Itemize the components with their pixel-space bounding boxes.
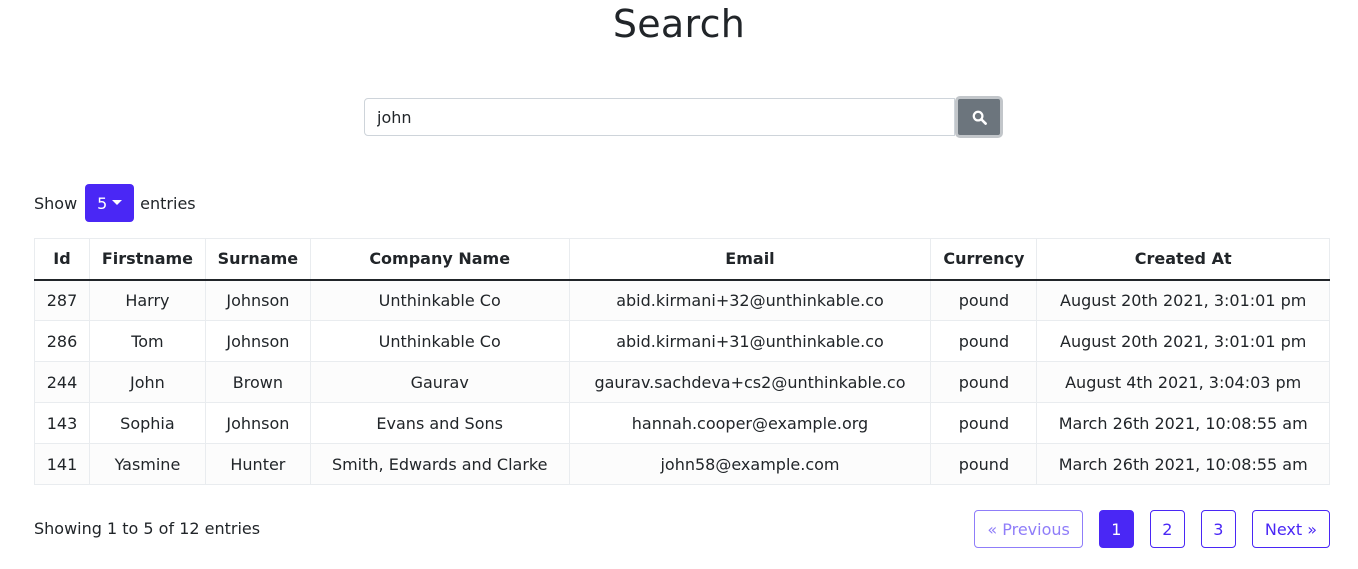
cell-created-at: March 26th 2021, 10:08:55 am bbox=[1036, 402, 1330, 444]
cell-created-at: August 20th 2021, 3:01:01 pm bbox=[1036, 320, 1330, 362]
cell-id: 244 bbox=[34, 361, 90, 403]
table-row: 286 Tom Johnson Unthinkable Co abid.kirm… bbox=[34, 320, 1330, 362]
length-prefix-label: Show bbox=[34, 193, 78, 213]
table-row: 287 Harry Johnson Unthinkable Co abid.ki… bbox=[34, 279, 1330, 321]
column-header-id[interactable]: Id bbox=[34, 238, 90, 281]
column-header-created-at[interactable]: Created At bbox=[1036, 238, 1330, 281]
length-suffix-label: entries bbox=[140, 193, 196, 213]
search-icon bbox=[972, 110, 987, 125]
caret-down-icon bbox=[112, 199, 123, 205]
cell-email: gaurav.sachdeva+cs2@unthinkable.co bbox=[568, 361, 932, 403]
page-button-2[interactable]: 2 bbox=[1149, 510, 1185, 548]
page-button-1[interactable]: 1 bbox=[1098, 510, 1134, 548]
cell-email: abid.kirmani+32@unthinkable.co bbox=[568, 279, 932, 321]
cell-firstname: Tom bbox=[88, 320, 206, 362]
cell-surname: Brown bbox=[204, 361, 311, 403]
cell-firstname: Sophia bbox=[88, 402, 206, 444]
entries-per-page-dropdown[interactable]: 5 bbox=[85, 184, 135, 222]
cell-surname: Johnson bbox=[204, 320, 311, 362]
entries-per-page-value: 5 bbox=[97, 193, 108, 213]
pagination: « Previous 1 2 3 Next » bbox=[958, 510, 1330, 548]
column-header-surname[interactable]: Surname bbox=[204, 238, 311, 281]
entries-length-control: Show 5 entries bbox=[34, 184, 196, 222]
cell-company-name: Smith, Edwards and Clarke bbox=[309, 443, 570, 485]
cell-company-name: Gaurav bbox=[309, 361, 570, 403]
cell-firstname: Harry bbox=[88, 279, 206, 321]
cell-created-at: August 20th 2021, 3:01:01 pm bbox=[1036, 279, 1330, 321]
column-header-company-name[interactable]: Company Name bbox=[309, 238, 570, 281]
cell-created-at: August 4th 2021, 3:04:03 pm bbox=[1036, 361, 1330, 403]
table-row: 244 John Brown Gaurav gaurav.sachdeva+cs… bbox=[34, 361, 1330, 403]
previous-page-button[interactable]: « Previous bbox=[974, 510, 1083, 548]
cell-currency: pound bbox=[930, 361, 1038, 403]
cell-firstname: Yasmine bbox=[88, 443, 206, 485]
cell-firstname: John bbox=[88, 361, 206, 403]
cell-company-name: Unthinkable Co bbox=[309, 320, 570, 362]
search-button[interactable] bbox=[955, 96, 1003, 138]
cell-surname: Hunter bbox=[204, 443, 311, 485]
table-row: 141 Yasmine Hunter Smith, Edwards and Cl… bbox=[34, 443, 1330, 485]
cell-id: 141 bbox=[34, 443, 90, 485]
cell-id: 287 bbox=[34, 279, 90, 321]
cell-company-name: Evans and Sons bbox=[309, 402, 570, 444]
page-button-3[interactable]: 3 bbox=[1200, 510, 1236, 548]
column-header-currency[interactable]: Currency bbox=[930, 238, 1038, 281]
cell-id: 286 bbox=[34, 320, 90, 362]
cell-created-at: March 26th 2021, 10:08:55 am bbox=[1036, 443, 1330, 485]
cell-surname: Johnson bbox=[204, 279, 311, 321]
cell-email: john58@example.com bbox=[568, 443, 932, 485]
cell-email: hannah.cooper@example.org bbox=[568, 402, 932, 444]
cell-id: 143 bbox=[34, 402, 90, 444]
page-title: Search bbox=[612, 2, 746, 46]
cell-surname: Johnson bbox=[204, 402, 311, 444]
cell-currency: pound bbox=[930, 320, 1038, 362]
table-header-row: Id Firstname Surname Company Name Email … bbox=[34, 238, 1330, 281]
column-header-email[interactable]: Email bbox=[568, 238, 932, 281]
column-header-firstname[interactable]: Firstname bbox=[88, 238, 206, 281]
cell-currency: pound bbox=[930, 279, 1038, 321]
results-table: Id Firstname Surname Company Name Email … bbox=[34, 238, 1330, 485]
page: Search Show 5 entries Id Firstname Surna… bbox=[0, 0, 1358, 569]
search-bar bbox=[364, 96, 1004, 138]
search-input[interactable] bbox=[364, 98, 955, 136]
table-info-text: Showing 1 to 5 of 12 entries bbox=[34, 519, 261, 538]
cell-currency: pound bbox=[930, 443, 1038, 485]
cell-email: abid.kirmani+31@unthinkable.co bbox=[568, 320, 932, 362]
table-row: 143 Sophia Johnson Evans and Sons hannah… bbox=[34, 402, 1330, 444]
cell-currency: pound bbox=[930, 402, 1038, 444]
next-page-button[interactable]: Next » bbox=[1251, 510, 1330, 548]
cell-company-name: Unthinkable Co bbox=[309, 279, 570, 321]
